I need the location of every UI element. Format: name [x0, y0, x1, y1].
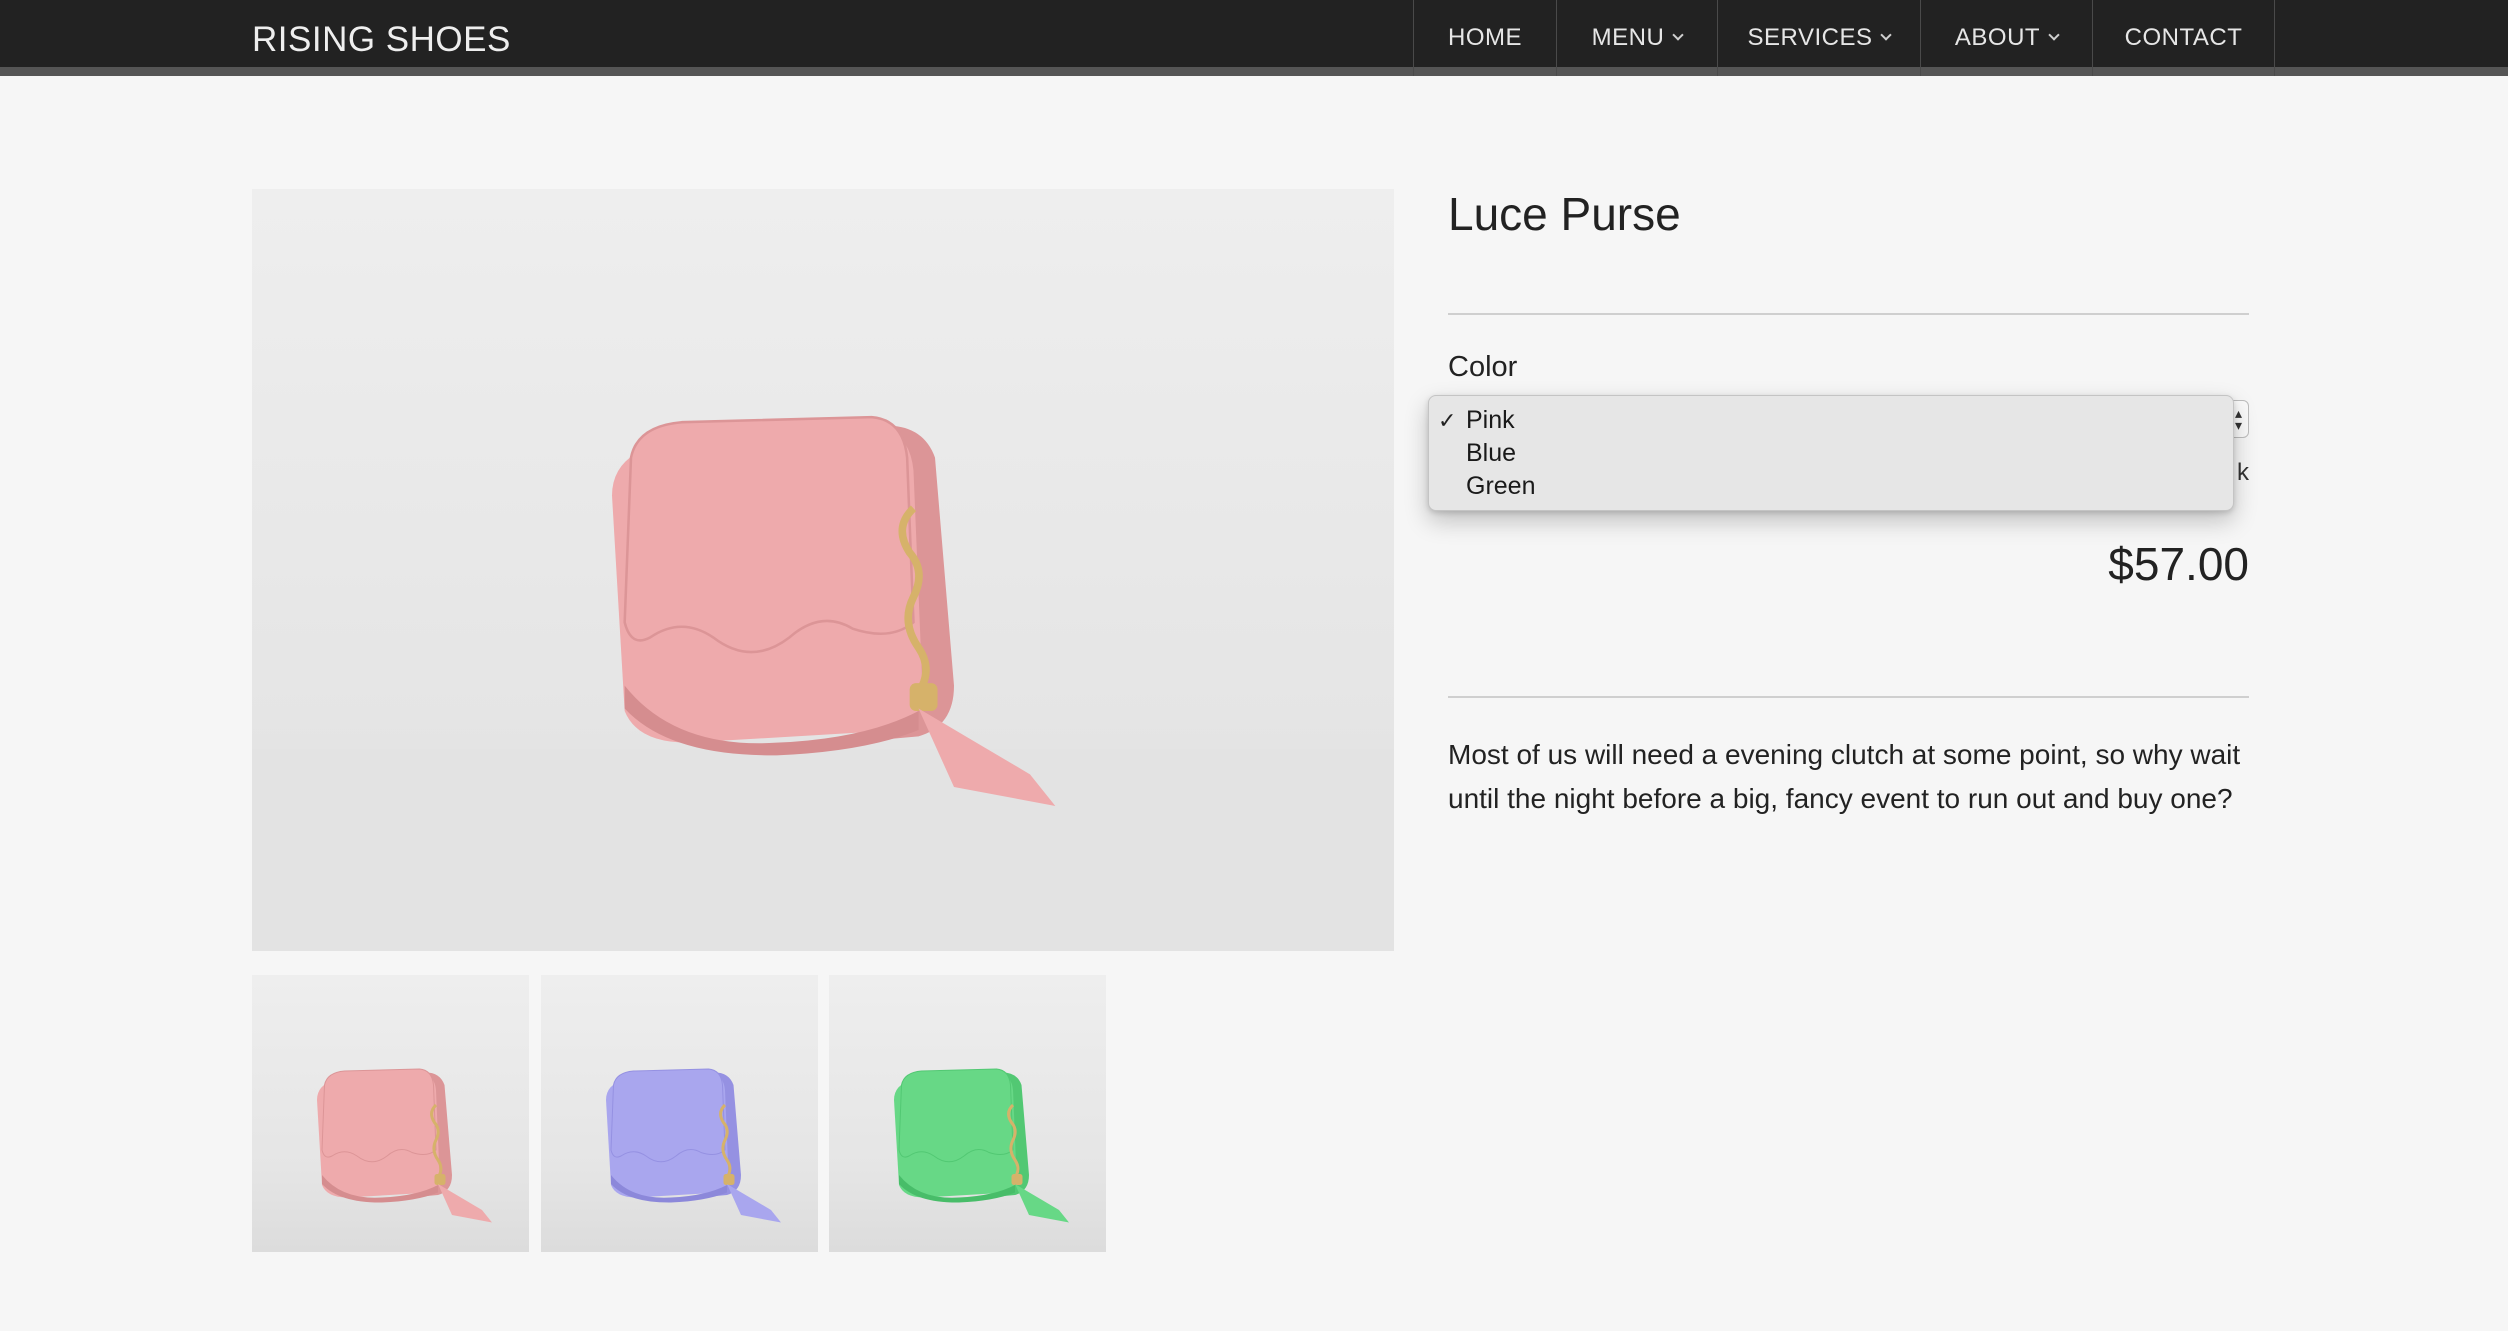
thumbnail-blue[interactable]	[541, 975, 818, 1252]
thumbnail-green[interactable]	[829, 975, 1106, 1252]
main-nav: HOME MENU SERVICES ABOUT CONTACT	[1413, 0, 2275, 76]
pink-purse-thumbnail	[252, 975, 529, 1252]
chevron-down-icon	[1880, 29, 1893, 41]
divider	[1448, 313, 2249, 315]
color-option-pink[interactable]: ✓ Pink	[1429, 404, 2233, 437]
chevron-down-icon	[1672, 29, 1684, 41]
nav-item-label: CONTACT	[2124, 24, 2243, 51]
color-dropdown-list: ✓ Pink Blue Green	[1428, 395, 2234, 511]
nav-item-about[interactable]: ABOUT	[1921, 0, 2093, 76]
thumbnail-pink[interactable]	[252, 975, 529, 1252]
nav-item-menu[interactable]: MENU	[1557, 0, 1718, 76]
color-label: Color	[1448, 351, 1518, 383]
site-logo-text[interactable]: RISING SHOES	[252, 20, 511, 60]
up-down-arrows-icon: ▴ ▾	[2234, 405, 2242, 433]
product-main-image[interactable]	[252, 189, 1394, 951]
product-price: $57.00	[2108, 538, 2249, 590]
check-icon: ✓	[1438, 408, 1457, 433]
nav-item-services[interactable]: SERVICES	[1718, 0, 1921, 76]
nav-item-label: HOME	[1448, 24, 1522, 51]
green-purse-thumbnail	[829, 975, 1106, 1252]
nav-item-label: SERVICES	[1747, 24, 1873, 51]
product-title: Luce Purse	[1448, 188, 1681, 240]
nav-item-home[interactable]: HOME	[1414, 0, 1557, 76]
divider	[1448, 696, 2249, 698]
chevron-down-icon	[2048, 29, 2060, 41]
top-navigation-bar: RISING SHOES HOME MENU SERVICES ABOUT CO…	[0, 0, 2508, 76]
nav-item-label: MENU	[1591, 24, 1665, 51]
nav-item-contact[interactable]: CONTACT	[2093, 0, 2275, 76]
pink-purse-photo	[252, 189, 1394, 951]
blue-purse-thumbnail	[541, 975, 818, 1252]
option-label: Green	[1466, 472, 1536, 500]
product-description: Most of us will need a evening clutch at…	[1448, 739, 2241, 814]
nav-item-label: ABOUT	[1954, 24, 2041, 51]
color-option-green[interactable]: Green	[1429, 470, 2233, 503]
color-option-blue[interactable]: Blue	[1429, 437, 2233, 470]
option-label: Pink	[1466, 406, 1515, 434]
option-label: Blue	[1466, 439, 1517, 467]
